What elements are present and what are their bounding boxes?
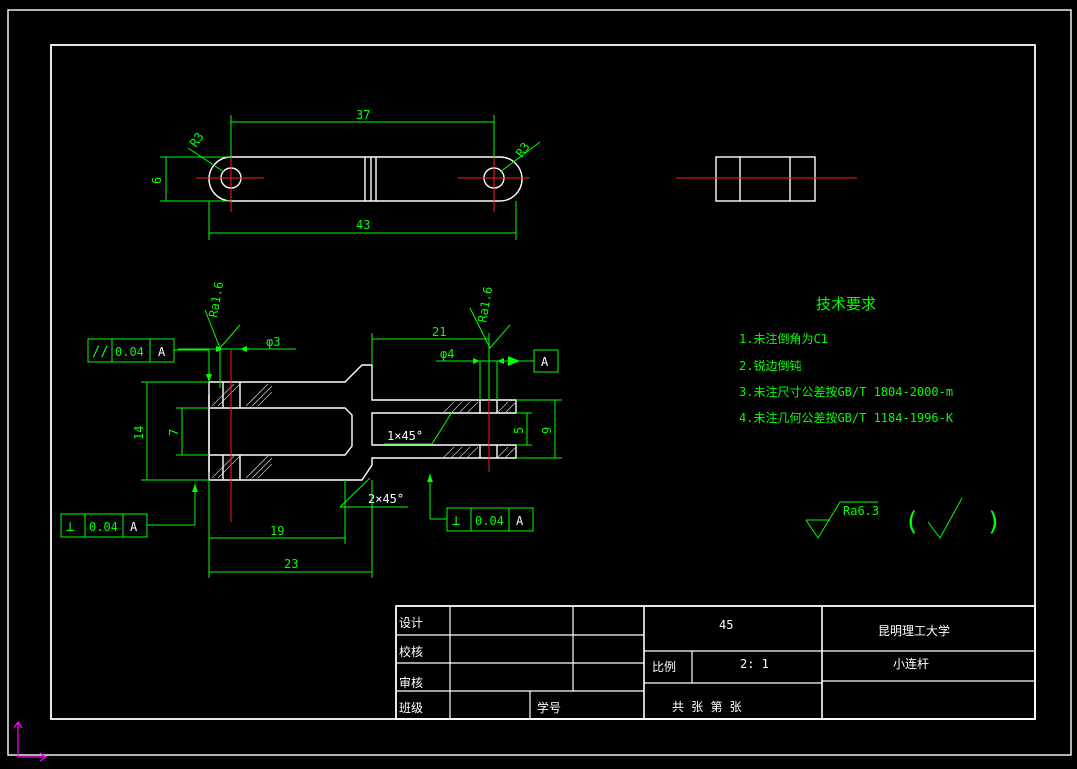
svg-text:A: A [158,345,166,359]
hatch-left-upper [211,383,273,407]
general-roughness: Ra6.3 [843,504,879,518]
tech-title: 技术要求 [816,295,876,313]
dim-21: 21 [432,325,446,339]
dim-37: 37 [356,108,370,122]
chamfer-1x45: 1×45° [387,429,423,443]
paren-open: ( [904,507,920,537]
svg-text:0.04: 0.04 [89,520,118,534]
roughness-right: Ra1.6 [475,286,495,324]
svg-text:0.04: 0.04 [475,514,504,528]
top-view: 37 43 6 R3 R3 [150,108,541,240]
tb-class-label: 班级 [399,701,423,715]
dim-14: 14 [132,426,146,440]
dia-left: φ3 [266,335,280,349]
tb-scale-value: 2: 1 [740,657,769,671]
dim-7: 7 [167,429,181,436]
dim-19: 19 [270,524,284,538]
chamfer-2x45: 2×45° [368,492,404,506]
tol-perp-left-frame: ⊥ 0.04 A [60,484,198,538]
dim-9: 9 [540,427,554,434]
svg-text:A: A [516,514,524,528]
tb-student-no-label: 学号 [537,700,561,715]
svg-text://: // [92,344,109,360]
dim-23: 23 [284,557,298,571]
radius-left: R3 [187,130,207,150]
svg-text:0.04: 0.04 [115,345,144,359]
paren-close: ) [986,507,1002,537]
tb-check-label: 校核 [399,644,423,659]
tb-design-label: 设计 [399,616,423,630]
tech-item-3: 3.未注尺寸公差按GB/T 1804-2000-m [739,384,953,399]
hatch-left-lower [211,455,273,479]
roughness-left: Ra1.6 [206,281,226,319]
dim-6: 6 [150,177,164,184]
tb-material: 45 [719,618,733,632]
tech-requirements: 技术要求 1.未注倒角为C1 2.锐边倒钝 3.未注尺寸公差按GB/T 1804… [739,295,1002,539]
section-view: Ra1.6 φ3 // 0.04 A Ra1.6 21 φ4 A 5 9 14 … [60,281,562,578]
tol-perp-right-frame: ⊥ 0.04 A [427,474,534,532]
tech-item-2: 2.锐边倒钝 [739,359,801,373]
svg-text:A: A [130,520,138,534]
tb-university: 昆明理工大学 [878,623,950,638]
checkmark-icon [927,497,963,539]
tol-parallel-frame: // 0.04 A [87,338,212,382]
title-block-text: 设计 校核 审核 班级 学号 45 昆明理工大学 比例 2: 1 小连杆 共 张… [399,616,950,715]
tech-item-1: 1.未注倒角为C1 [739,331,828,346]
side-view [676,156,857,202]
svg-text:⊥: ⊥ [452,513,460,529]
svg-text:⊥: ⊥ [66,519,74,535]
section-outline [208,364,517,481]
datum-label: A [541,355,549,369]
radius-right: R3 [513,140,533,160]
tb-review-label: 审核 [399,675,423,690]
dim-5: 5 [512,427,526,434]
tech-item-4: 4.未注几何公差按GB/T 1184-1996-K [739,410,954,425]
tb-scale-label: 比例 [652,660,676,674]
dim-43: 43 [356,218,370,232]
tb-part-name: 小连杆 [893,656,929,671]
dia-right: φ4 [440,347,454,361]
drawing-canvas[interactable]: 37 43 6 R3 R3 Ra1.6 φ3 // 0.04 A Ra1.6 2… [0,0,1077,769]
tb-sheets: 共 张 第 张 [672,700,742,714]
